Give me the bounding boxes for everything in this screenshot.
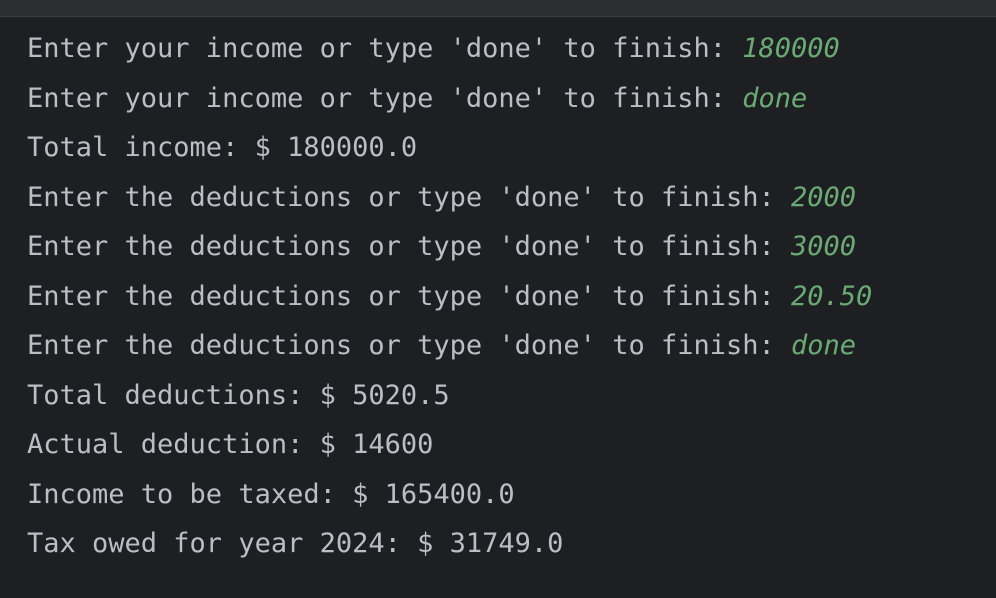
output-text: Actual deduction: $ 14600 [27,429,434,460]
user-input: done [742,82,808,114]
console-line: Actual deduction: $ 14600 [27,420,976,470]
console-line: Enter your income or type 'done' to fini… [27,24,976,74]
user-input: 180000 [742,33,840,64]
console-line: Total income: $ 180000.0 [27,123,976,173]
output-text: Total deductions: $ 5020.5 [27,379,450,411]
console-line: Enter the deductions or type 'done' to f… [27,173,976,223]
user-input: 3000 [791,231,857,262]
console-line: Enter the deductions or type 'done' to f… [27,222,976,272]
console-line: Enter the deductions or type 'done' to f… [27,272,976,322]
output-text: Tax owed for year 2024: $ 31749.0 [27,528,564,559]
console-toolbar [0,0,996,17]
output-text: Enter your income or type 'done' to fini… [27,33,743,64]
console-line: Total deductions: $ 5020.5 [27,371,976,421]
user-input: done [791,330,857,361]
user-input: 2000 [791,181,857,213]
output-text: Income to be taxed: $ 165400.0 [27,478,515,510]
output-text: Total income: $ 180000.0 [27,132,418,163]
output-text: Enter the deductions or type 'done' to f… [27,231,792,262]
console-output[interactable]: Enter your income or type 'done' to fini… [27,24,976,569]
console-line: Enter the deductions or type 'done' to f… [27,321,976,371]
user-input: 20.50 [791,280,873,312]
console-line: Income to be taxed: $ 165400.0 [27,470,976,520]
run-console-window: Enter your income or type 'done' to fini… [0,0,996,598]
output-text: Enter the deductions or type 'done' to f… [27,280,792,312]
output-text: Enter the deductions or type 'done' to f… [27,330,792,361]
console-line: Enter your income or type 'done' to fini… [27,74,976,124]
console-line: Tax owed for year 2024: $ 31749.0 [27,519,976,569]
output-text: Enter your income or type 'done' to fini… [27,82,743,114]
output-text: Enter the deductions or type 'done' to f… [27,181,792,213]
